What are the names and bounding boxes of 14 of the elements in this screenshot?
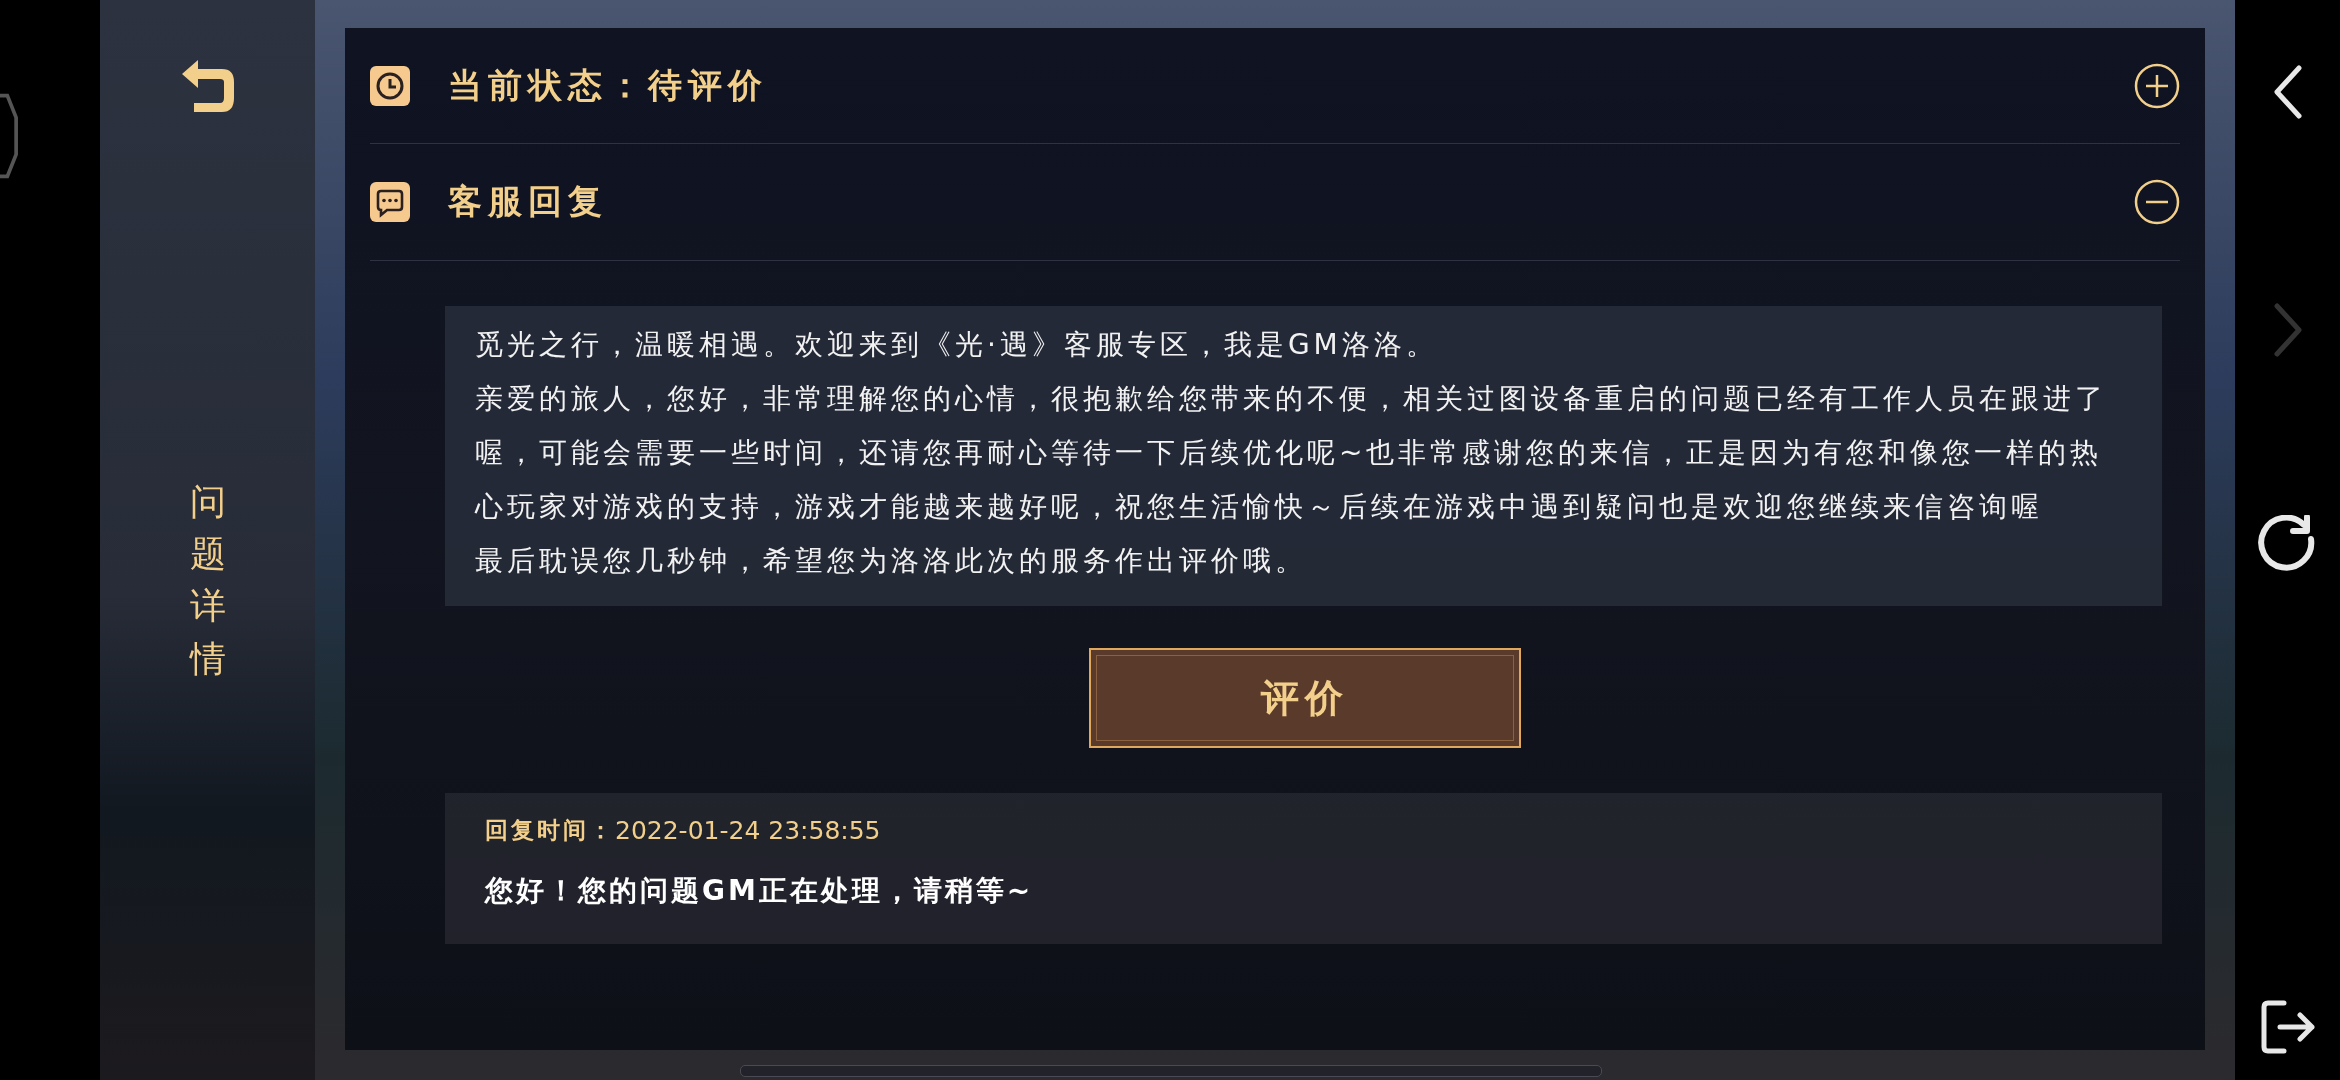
- clock-icon: [370, 65, 410, 106]
- page-title: 问题详情: [189, 480, 226, 681]
- section-title: 客服回复: [448, 180, 609, 223]
- rate-button[interactable]: 评价: [1089, 648, 1521, 748]
- message-text: 最后耽误您几秒钟，希望您为洛洛此次的服务作出评价哦。: [475, 543, 1308, 579]
- reply-time-label: 回复时间：: [485, 816, 615, 845]
- expand-icon[interactable]: [2134, 62, 2180, 109]
- collapse-icon[interactable]: [2134, 179, 2180, 225]
- reply-time: 2022-01-24 23:58:55: [615, 816, 881, 845]
- message-text: 觅光之行，温暖相遇。欢迎来到《光·遇》客服专区，我是GM洛洛。: [475, 327, 1439, 363]
- message-text: 亲爱的旅人，您好，非常理解您的心情，很抱歉给您带来的不便，相关过图设备重启的问题已经有工作人员在跟进了喔，可能会需要一些时间，还请您再耐心等待一下后续优化呢~也非常感谢您的来信，正是因为有您和像您一样的热心玩家对游戏的支持，游戏才能越来越好呢，祝您生活愉快～后续在游戏中遇到疑问也是欢迎您继续来信咨询喔: [475, 381, 2108, 525]
- section-title: 当前状态：待评价: [448, 63, 769, 107]
- chat-bubble-icon: [370, 182, 410, 222]
- reply-message: 您好！您的问题GM正在处理，请稍等~: [485, 873, 1035, 909]
